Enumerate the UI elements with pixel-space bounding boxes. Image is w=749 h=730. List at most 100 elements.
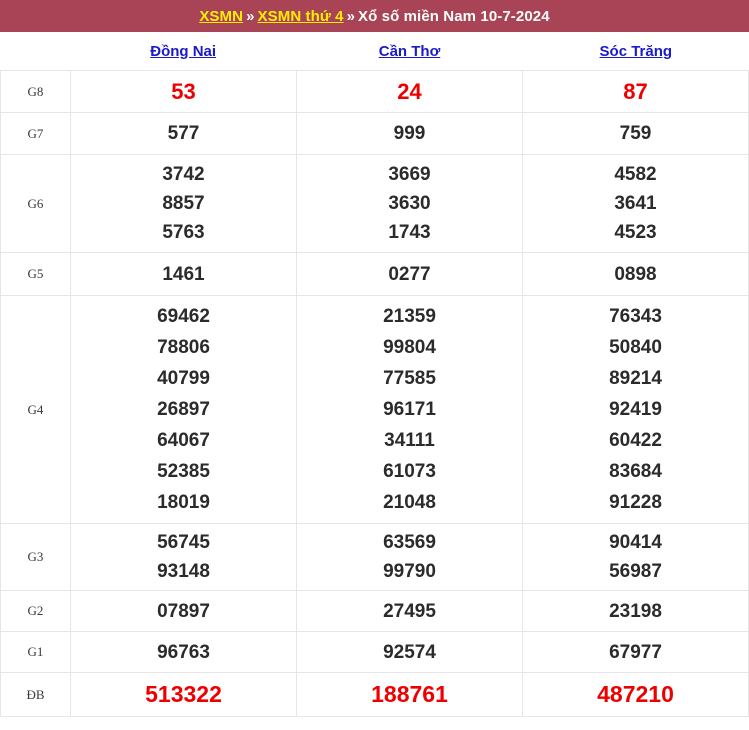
number-stack: 23198 [523, 602, 748, 621]
lottery-number: 1743 [388, 222, 431, 243]
prize-value-db-dong-nai: 513322 [70, 672, 297, 717]
prize-value-g2-can-tho: 27495 [296, 590, 523, 632]
number-stack: 76343 50840 89214 92419 60422 83684 9122… [523, 301, 748, 518]
table-row-g4: G4 69462 78806 40799 26897 64067 52385 1… [0, 295, 749, 524]
number-stack: 3742 8857 5763 [71, 160, 296, 247]
lottery-number: 99804 [383, 337, 436, 358]
table-row-g1: G1 96763 92574 67977 [0, 631, 749, 673]
lottery-number: 21048 [383, 492, 436, 513]
lottery-number: 56745 [157, 532, 210, 553]
table-row-g3: G3 56745 93148 63569 99790 90414 56987 [0, 523, 749, 591]
number-stack: 4582 3641 4523 [523, 160, 748, 247]
prize-value-g3-soc-trang: 90414 56987 [522, 523, 749, 591]
lottery-number: 3630 [388, 193, 431, 214]
lottery-number: 83684 [609, 461, 662, 482]
prize-value-g8-dong-nai: 53 [70, 70, 297, 113]
lottery-number: 93148 [157, 561, 210, 582]
prize-label-db: ĐB [0, 672, 71, 717]
number-stack: 92574 [297, 643, 522, 662]
prize-value-db-can-tho: 188761 [296, 672, 523, 717]
table-row-g6: G6 3742 8857 5763 3669 3630 1743 4582 36… [0, 154, 749, 253]
lottery-number: 3669 [388, 164, 431, 185]
number-stack: 67977 [523, 643, 748, 662]
prize-label-g4: G4 [0, 295, 71, 524]
lottery-number: 999 [393, 123, 426, 144]
number-stack: 188761 [297, 683, 522, 706]
page-title-bar: XSMN » XSMN thứ 4 » Xổ số miền Nam 10-7-… [0, 0, 749, 32]
lottery-results-page: XSMN » XSMN thứ 4 » Xổ số miền Nam 10-7-… [0, 0, 749, 730]
number-stack: 3669 3630 1743 [297, 160, 522, 247]
lottery-number: 4523 [614, 222, 657, 243]
number-stack: 96763 [71, 643, 296, 662]
prize-value-g1-can-tho: 92574 [296, 631, 523, 673]
lottery-number: 759 [619, 123, 652, 144]
province-header-soc-trang: Sóc Trăng [523, 43, 749, 60]
prize-label-g7: G7 [0, 112, 71, 155]
number-stack: 999 [297, 124, 522, 143]
number-stack: 27495 [297, 602, 522, 621]
table-row-g7: G7 577 999 759 [0, 112, 749, 155]
number-stack: 53 [71, 78, 296, 104]
lottery-number: 53 [171, 78, 196, 104]
prize-value-g4-dong-nai: 69462 78806 40799 26897 64067 52385 1801… [70, 295, 297, 524]
prize-value-g7-dong-nai: 577 [70, 112, 297, 155]
lottery-results-table: G8 53 24 87 G7 577 999 759 G6 3742 8857 … [0, 70, 749, 717]
lottery-number: 18019 [157, 492, 210, 513]
lottery-number: 64067 [157, 430, 210, 451]
province-header-row: Đồng Nai Cần Thơ Sóc Trăng [0, 32, 749, 70]
number-stack: 21359 99804 77585 96171 34111 61073 2104… [297, 301, 522, 518]
prize-value-g4-can-tho: 21359 99804 77585 96171 34111 61073 2104… [296, 295, 523, 524]
lottery-number: 96171 [383, 399, 436, 420]
province-link-soc-trang[interactable]: Sóc Trăng [600, 43, 673, 60]
prize-label-g1: G1 [0, 631, 71, 673]
prize-label-g3: G3 [0, 523, 71, 591]
breadcrumb-link-xsmn-thu-4[interactable]: XSMN thứ 4 [258, 8, 344, 25]
province-link-can-tho[interactable]: Cần Thơ [379, 43, 441, 60]
prize-value-g2-soc-trang: 23198 [522, 590, 749, 632]
lottery-number: 78806 [157, 337, 210, 358]
lottery-number: 0898 [614, 263, 657, 285]
lottery-number: 60422 [609, 430, 662, 451]
table-row-db: ĐB 513322 188761 487210 [0, 672, 749, 717]
prize-value-g7-can-tho: 999 [296, 112, 523, 155]
prize-value-g5-dong-nai: 1461 [70, 252, 297, 296]
lottery-number: 21359 [383, 306, 436, 327]
number-stack: 90414 56987 [523, 528, 748, 586]
lottery-number: 40799 [157, 368, 210, 389]
lottery-number: 63569 [383, 532, 436, 553]
table-row-g5: G5 1461 0277 0898 [0, 252, 749, 296]
prize-value-g8-soc-trang: 87 [522, 70, 749, 113]
lottery-number: 1461 [162, 263, 205, 285]
lottery-number: 5763 [162, 222, 205, 243]
prize-label-g8: G8 [0, 70, 71, 113]
lottery-number: 50840 [609, 337, 662, 358]
lottery-number: 92574 [383, 641, 436, 663]
lottery-number: 24 [397, 78, 422, 104]
province-link-dong-nai[interactable]: Đồng Nai [150, 43, 216, 60]
number-stack: 69462 78806 40799 26897 64067 52385 1801… [71, 301, 296, 518]
lottery-number: 69462 [157, 306, 210, 327]
lottery-number: 0277 [388, 263, 431, 285]
lottery-number: 513322 [145, 681, 222, 707]
prize-value-g6-dong-nai: 3742 8857 5763 [70, 154, 297, 253]
lottery-number: 92419 [609, 399, 662, 420]
number-stack: 0898 [523, 265, 748, 284]
table-row-g8: G8 53 24 87 [0, 70, 749, 113]
lottery-number: 07897 [157, 600, 210, 622]
lottery-number: 27495 [383, 600, 436, 622]
lottery-number: 61073 [383, 461, 436, 482]
prize-value-g5-can-tho: 0277 [296, 252, 523, 296]
table-row-g2: G2 07897 27495 23198 [0, 590, 749, 632]
page-title: Xổ số miền Nam 10-7-2024 [358, 7, 550, 25]
number-stack: 513322 [71, 683, 296, 706]
breadcrumb-separator-2: » [346, 7, 356, 25]
lottery-number: 96763 [157, 641, 210, 663]
prize-value-g4-soc-trang: 76343 50840 89214 92419 60422 83684 9122… [522, 295, 749, 524]
lottery-number: 577 [167, 123, 200, 144]
prize-label-g5: G5 [0, 252, 71, 296]
lottery-number: 487210 [597, 681, 674, 707]
prize-value-g3-dong-nai: 56745 93148 [70, 523, 297, 591]
breadcrumb-link-xsmn[interactable]: XSMN [199, 8, 243, 25]
lottery-number: 3641 [614, 193, 657, 214]
lottery-number: 4582 [614, 164, 657, 185]
